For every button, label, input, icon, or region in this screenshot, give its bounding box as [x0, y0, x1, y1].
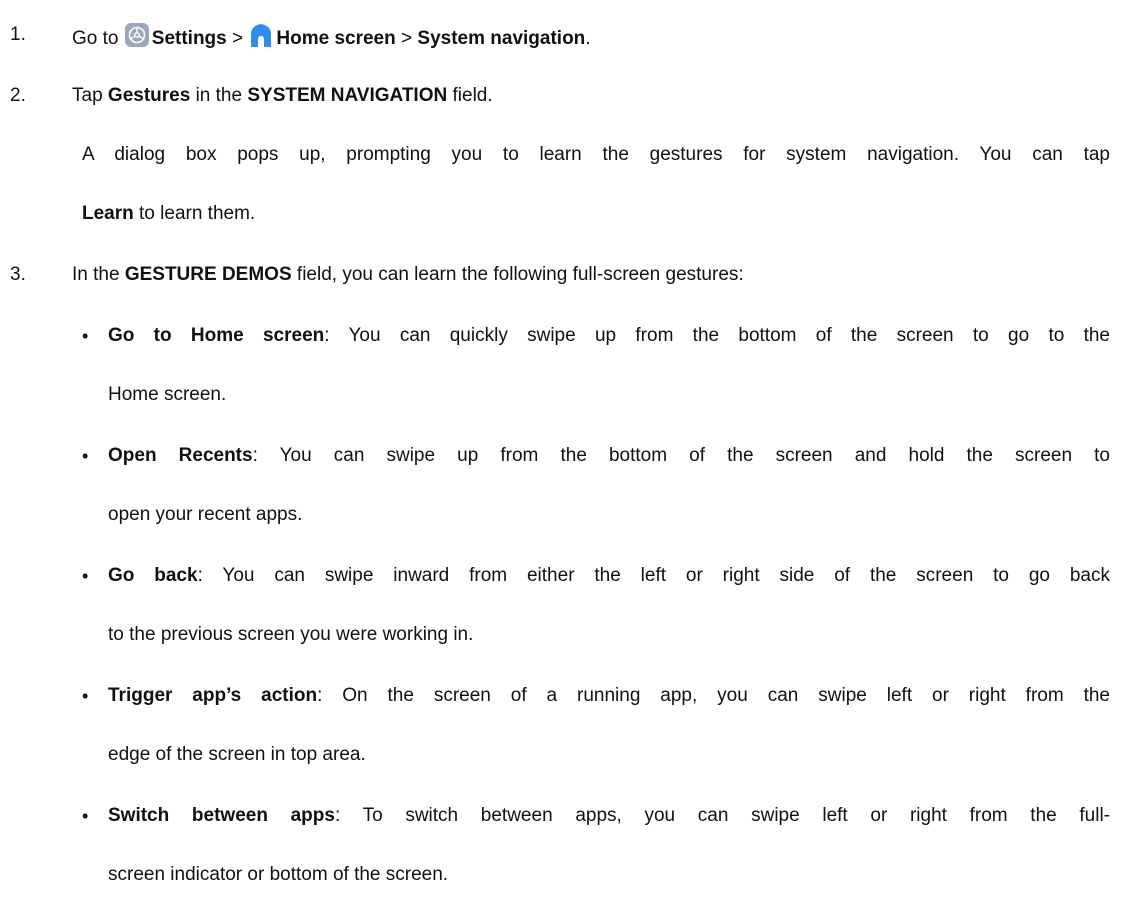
bullet-line-1: Switch between apps: To switch between a… [108, 803, 1110, 829]
step-2-para-line-2: Learn to learn them. [82, 201, 255, 227]
bullet-marker: • [82, 446, 89, 466]
bullet-line-2: to the previous screen you were working … [108, 624, 474, 645]
step-number: 1. [10, 24, 26, 45]
step-1-text: Go to Settings > Home screen > System na… [72, 22, 591, 52]
bullet-line-2: edge of the screen in top area. [108, 744, 366, 765]
tap-text: Tap [72, 85, 103, 106]
bullet-desc: : You can quickly swipe up from the bott… [324, 325, 1111, 346]
bullet-marker: • [82, 326, 89, 346]
step-1: 1. Go to Settings > Home screen > System… [0, 22, 1128, 52]
para-rest: to learn them. [139, 203, 256, 224]
bullet-marker: • [82, 806, 89, 826]
bullet-line-1: Open Recents: You can swipe up from the … [108, 443, 1110, 469]
home-screen-link: Home screen [276, 28, 396, 49]
step-2-para-line-1: A dialog box pops up, prompting you to l… [82, 144, 1110, 165]
bullet-title: Open Recents [108, 445, 253, 466]
bullet-line-1: Go back: You can swipe inward from eithe… [108, 563, 1110, 589]
step-2: 2. Tap Gestures in the SYSTEM NAVIGATION… [0, 83, 1128, 113]
system-navigation-link: System navigation [417, 28, 586, 49]
period: . [585, 28, 591, 49]
bullet-marker: • [82, 566, 89, 586]
home-icon [251, 24, 272, 47]
field-text: field. [452, 85, 493, 106]
step-number: 2. [10, 85, 26, 106]
bullet-line-2: open your recent apps. [108, 504, 303, 525]
bullet-title: Trigger app’s action [108, 685, 318, 706]
in-the-text: In the [72, 264, 120, 285]
bullet-line-1: Go to Home screen: You can quickly swipe… [108, 323, 1110, 349]
gesture-demos-field: GESTURE DEMOS [124, 264, 292, 285]
bullet-line-2: screen indicator or bottom of the screen… [108, 864, 449, 885]
step-2-text: Tap Gestures in the SYSTEM NAVIGATION fi… [72, 83, 493, 109]
bullet-desc: : To switch between apps, you can swipe … [334, 805, 1110, 826]
in-the-text: in the [195, 85, 243, 106]
document-page: 1. Go to Settings > Home screen > System… [0, 0, 1128, 919]
gestures-term: Gestures [107, 85, 191, 106]
bullet-title: Go back [108, 565, 198, 586]
separator: > [232, 28, 244, 49]
bullet-marker: • [82, 686, 89, 706]
gear-icon [124, 23, 149, 47]
bullet-desc: : You can swipe inward from either the l… [197, 565, 1110, 586]
step-3: 3. In the GESTURE DEMOS field, you can l… [0, 262, 1128, 292]
step-3-rest: field, you can learn the following full-… [296, 264, 744, 285]
learn-term: Learn [82, 203, 134, 224]
bullet-line-2: Home screen. [108, 384, 227, 405]
step-3-text: In the GESTURE DEMOS field, you can lear… [72, 262, 744, 288]
bullet-desc: : On the screen of a running app, you ca… [317, 685, 1110, 706]
bullet-line-1: Trigger app’s action: On the screen of a… [108, 683, 1110, 709]
separator: > [401, 28, 413, 49]
bullet-desc: : You can swipe up from the bottom of th… [252, 445, 1110, 466]
go-to-text: Go to [72, 28, 119, 49]
bullet-title: Go to Home screen [108, 325, 325, 346]
step-number: 3. [10, 264, 26, 285]
system-navigation-field: SYSTEM NAVIGATION [247, 85, 448, 106]
bullet-title: Switch between apps [108, 805, 335, 826]
settings-link: Settings [151, 28, 227, 49]
